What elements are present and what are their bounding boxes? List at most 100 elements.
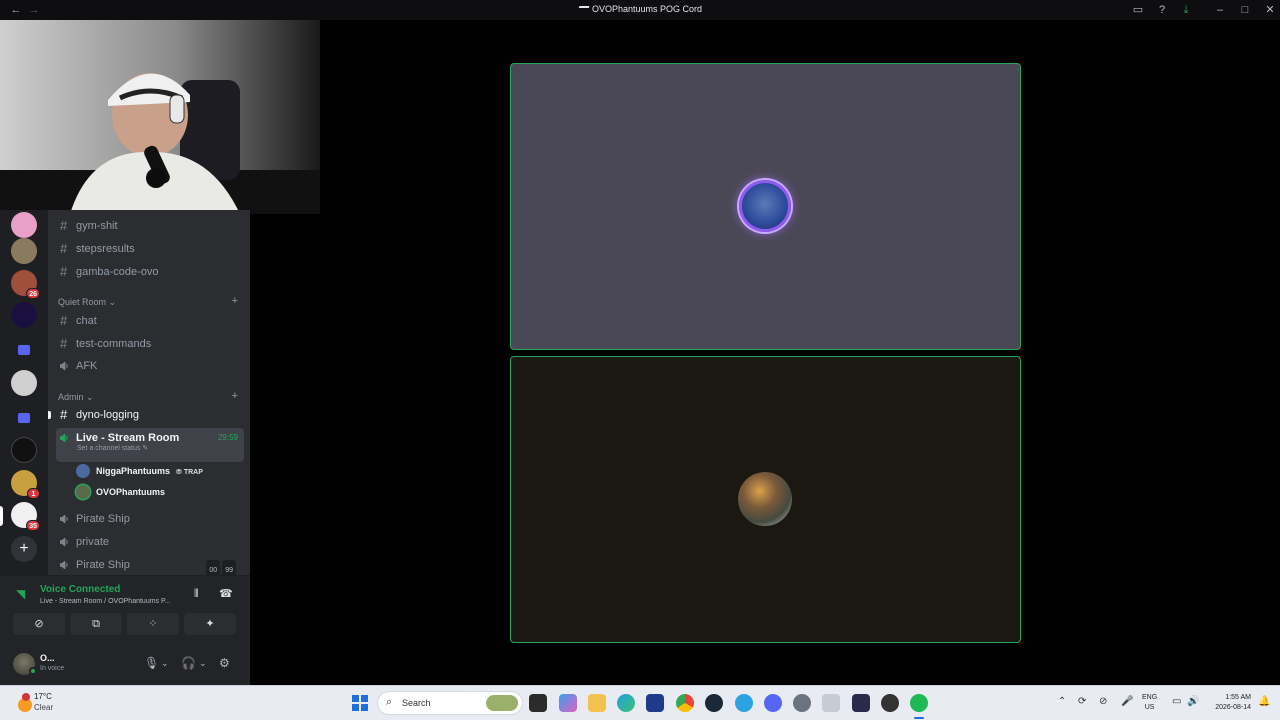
avatar xyxy=(76,485,90,499)
unread-badge: 35 xyxy=(26,520,40,531)
taskbar: 17°C Clear ⌕ Search ⌃ ⟳ ⊘ 🎤 ENG US ▭ 🔊 1:… xyxy=(0,685,1280,720)
sync-icon[interactable]: ⟳ xyxy=(1078,696,1086,707)
create-channel-button[interactable]: + xyxy=(232,295,238,307)
app-icon[interactable] xyxy=(852,694,870,712)
taskbar-search[interactable]: ⌕ Search xyxy=(377,691,523,715)
task-view-icon[interactable] xyxy=(529,694,547,712)
webcam-image xyxy=(0,20,320,214)
chevron-down-icon[interactable]: ⌄ xyxy=(161,658,169,669)
category-quiet-room[interactable]: Quiet Room ⌄ xyxy=(58,297,116,308)
notification-bell-icon[interactable]: 🔔 xyxy=(1258,696,1270,707)
app-icon[interactable] xyxy=(822,694,840,712)
microphone-icon[interactable]: 🎙 xyxy=(144,656,159,670)
create-channel-button[interactable]: + xyxy=(232,390,238,402)
voice-connection-panel: ◥ Voice Connected Live - Stream Room / O… xyxy=(0,575,250,645)
selected-server-indicator xyxy=(0,506,3,526)
server-icon[interactable] xyxy=(11,238,37,264)
category-admin[interactable]: Admin ⌄ xyxy=(58,392,94,403)
discord-icon[interactable] xyxy=(764,694,782,712)
channel-gamba-code-ovo[interactable]: # gamba-code-ovo xyxy=(56,262,244,282)
settings-gear-icon[interactable]: ⚙ xyxy=(219,656,230,670)
speaker-icon xyxy=(60,362,68,370)
server-icon[interactable] xyxy=(11,437,37,463)
channel-gym-shit[interactable]: # gym-shit xyxy=(56,216,244,236)
spotify-icon[interactable] xyxy=(910,694,928,712)
unread-badge: 1 xyxy=(27,488,40,499)
clock[interactable]: 1:55 AM 2026-08-14 xyxy=(1207,693,1251,713)
username[interactable]: O... xyxy=(40,653,55,663)
speaker-icon xyxy=(60,538,68,546)
inbox-icon[interactable]: ▭ xyxy=(1130,2,1146,18)
server-folder[interactable] xyxy=(11,405,37,431)
chevron-down-icon: ⌄ xyxy=(86,392,94,402)
avatar xyxy=(76,464,90,478)
download-icon[interactable]: ⤓ xyxy=(1178,2,1194,18)
activities-icon: ⁘ xyxy=(148,618,158,630)
soundboard-button[interactable]: ✦ xyxy=(184,613,236,635)
server-icon[interactable] xyxy=(11,212,37,238)
network-icon[interactable]: ⊘ xyxy=(1099,696,1107,707)
server-icon[interactable]: 35 xyxy=(11,502,40,531)
help-icon[interactable]: ? xyxy=(1154,2,1170,18)
hash-icon: # xyxy=(60,313,68,328)
server-icon[interactable] xyxy=(11,302,37,328)
voice-status[interactable]: Voice Connected xyxy=(40,584,120,595)
add-server-button[interactable]: + xyxy=(11,536,37,562)
start-button[interactable] xyxy=(352,695,368,711)
app-icon[interactable] xyxy=(646,694,664,712)
server-folder[interactable] xyxy=(11,337,37,363)
channel-list: # gym-shit # stepsresults # gamba-code-ovo … xyxy=(48,210,250,575)
voice-channel-private[interactable]: private xyxy=(56,532,244,552)
tag-icon: ⛃ xyxy=(176,469,182,476)
disconnect-icon[interactable]: ☎ xyxy=(219,587,233,600)
server-rail: 26 1 35 + xyxy=(0,210,48,575)
copilot-icon[interactable] xyxy=(559,694,577,712)
app-logo-icon xyxy=(576,5,590,14)
telegram-icon[interactable] xyxy=(735,694,753,712)
activities-button[interactable]: ⁘ xyxy=(127,613,179,635)
user-limit: 00 99 xyxy=(204,560,236,575)
maximize-button[interactable]: □ xyxy=(1237,2,1253,18)
pencil-icon: ✎ xyxy=(142,445,149,452)
speaker-icon xyxy=(60,434,68,442)
participant-avatar xyxy=(739,180,791,232)
voice-channel-path[interactable]: Live - Stream Room / OVOPhantuums P... xyxy=(40,598,171,605)
file-explorer-icon[interactable] xyxy=(588,694,606,712)
chrome-icon[interactable] xyxy=(676,694,694,712)
camera-off-icon: ⊘ xyxy=(34,618,44,630)
close-button[interactable]: ✕ xyxy=(1262,2,1278,18)
server-icon[interactable]: 1 xyxy=(11,470,40,499)
user-status: In voice xyxy=(40,665,65,672)
webcam-overlay xyxy=(0,20,320,214)
voice-channel-pirate-ship[interactable]: Pirate Ship 00 99 xyxy=(56,555,244,575)
noise-suppression-icon[interactable]: ⫴ xyxy=(194,588,199,601)
channel-chat[interactable]: # chat xyxy=(56,311,244,331)
participant-avatar xyxy=(738,472,792,526)
display-icon[interactable]: ▭ xyxy=(1172,696,1181,707)
settings-icon[interactable] xyxy=(793,694,811,712)
edge-icon[interactable] xyxy=(617,694,635,712)
search-highlight-image xyxy=(486,695,518,711)
channel-afk[interactable]: AFK xyxy=(56,356,244,376)
voice-channel-pirate-ship[interactable]: Pirate Ship xyxy=(56,509,244,529)
microphone-icon[interactable]: 🎤 xyxy=(1121,696,1133,707)
channel-stepsresults[interactable]: # stepsresults xyxy=(56,239,244,259)
server-icon[interactable]: 26 xyxy=(11,270,40,299)
show-hidden-icons-button[interactable]: ⌃ xyxy=(1058,696,1066,707)
signal-icon[interactable]: ◥ xyxy=(16,587,25,601)
server-icon[interactable] xyxy=(11,370,37,396)
voice-channel-live-stream-room[interactable]: Live - Stream Room 29:59 Set a channel s… xyxy=(56,428,244,462)
channel-test-commands[interactable]: # test-commands xyxy=(56,334,244,354)
share-screen-button[interactable]: ⧉ xyxy=(70,613,122,635)
volume-icon[interactable]: 🔊 xyxy=(1187,696,1199,707)
channel-status-setter[interactable]: Set a channel status ✎ xyxy=(77,443,148,455)
app-icon[interactable] xyxy=(881,694,899,712)
minimize-button[interactable]: – xyxy=(1212,2,1228,18)
soundboard-icon: ✦ xyxy=(205,618,215,630)
input-language[interactable]: ENG US xyxy=(1142,693,1157,713)
chevron-down-icon[interactable]: ⌄ xyxy=(199,658,207,669)
headphones-icon[interactable]: 🎧 xyxy=(181,656,196,670)
channel-dyno-logging[interactable]: # dyno-logging xyxy=(56,405,244,425)
camera-off-button[interactable]: ⊘ xyxy=(13,613,65,635)
steam-icon[interactable] xyxy=(705,694,723,712)
